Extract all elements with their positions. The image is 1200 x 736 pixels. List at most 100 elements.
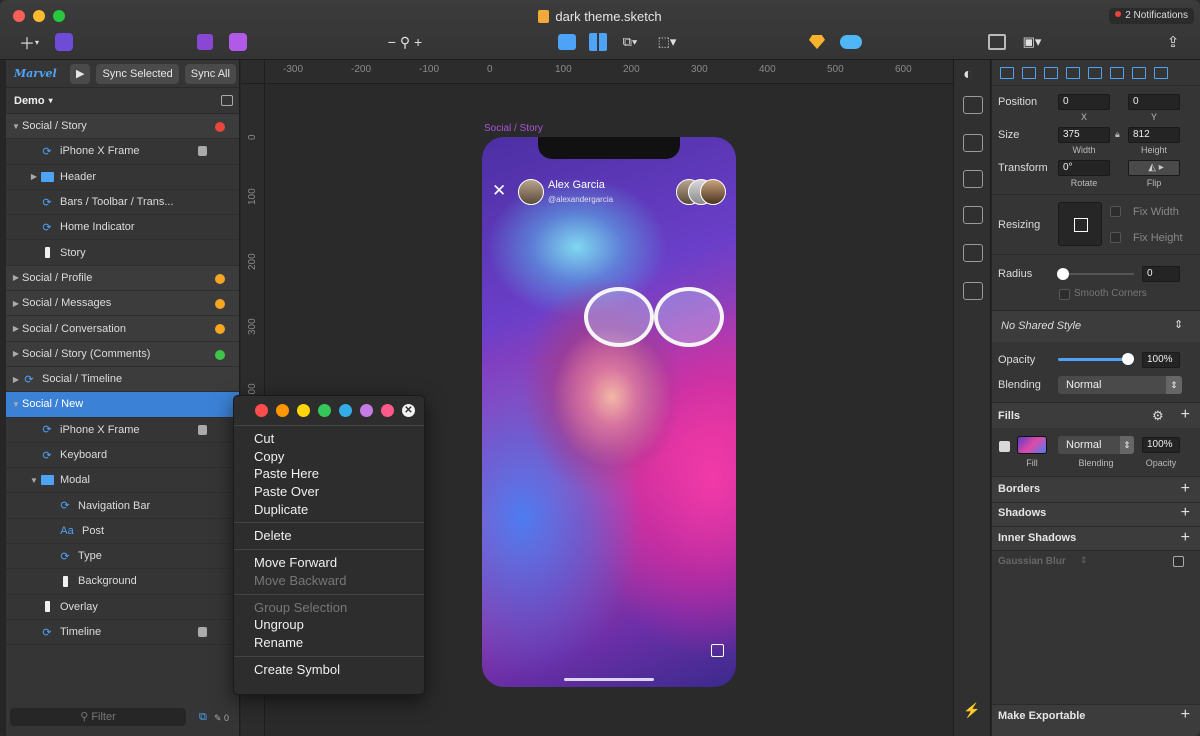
align-right-icon[interactable] <box>1044 66 1058 79</box>
page-selector[interactable]: Demo ▾ <box>6 88 239 114</box>
opacity-slider[interactable] <box>1058 358 1128 361</box>
menu-item-ungroup[interactable]: Ungroup <box>234 616 424 634</box>
layer-row[interactable]: ▶ Social / Conversation <box>6 316 239 342</box>
marvel-sync-icon[interactable] <box>195 31 215 53</box>
disclosure-closed-icon[interactable]: ▶ <box>28 172 40 181</box>
layer-row[interactable]: ⟳ Timeline <box>6 620 239 646</box>
fix-width-checkbox[interactable] <box>1110 206 1121 217</box>
disclosure-open-icon[interactable]: ▼ <box>10 400 22 409</box>
layer-row[interactable]: ⟳ Bars / Toolbar / Trans... <box>6 190 239 216</box>
layer-row[interactable]: Overlay <box>6 595 239 620</box>
add-shadow-icon[interactable]: + <box>1181 505 1190 521</box>
smooth-corners-checkbox[interactable] <box>1059 289 1070 300</box>
layer-row[interactable]: ▼ Social / Story <box>6 114 239 140</box>
lock-icon[interactable] <box>198 146 207 157</box>
layer-row[interactable]: ▶ Social / Story (Comments) <box>6 341 239 367</box>
menu-item-create-symbol[interactable]: Create Symbol <box>234 661 424 679</box>
gaussian-blur-label[interactable]: Gaussian Blur <box>998 556 1066 567</box>
layer-row[interactable]: ▶ Header <box>6 165 239 190</box>
fill-swatch[interactable] <box>1017 436 1047 454</box>
inspect-tab-icon[interactable] <box>963 170 983 188</box>
align-bottom-icon[interactable] <box>1110 66 1124 79</box>
collapse-pages-icon[interactable] <box>221 95 233 106</box>
zoom-controls[interactable]: − ⚲ + <box>376 31 434 53</box>
opacity-slider-knob[interactable] <box>1122 353 1134 365</box>
menu-item-cut[interactable]: Cut <box>234 430 424 448</box>
align-top-icon[interactable] <box>1066 66 1080 79</box>
layer-row[interactable]: Background <box>6 569 239 595</box>
sketch-cloud-icon[interactable] <box>806 31 828 53</box>
fill-opacity-field[interactable]: 100% <box>1142 437 1180 453</box>
status-dot-icon[interactable] <box>215 324 225 335</box>
grid-tool-icon[interactable] <box>587 31 609 53</box>
menu-item-paste-over[interactable]: Paste Over <box>234 483 424 501</box>
layer-row[interactable]: ⟳ iPhone X Frame <box>6 418 239 443</box>
menu-item-delete[interactable]: Delete <box>234 527 424 545</box>
notifications-badge[interactable]: 2 Notifications <box>1109 8 1194 24</box>
color-tag-dot[interactable] <box>339 404 352 417</box>
layer-row[interactable]: ▶ Social / Messages <box>6 291 239 317</box>
color-tag-dot[interactable] <box>276 404 289 417</box>
insert-button[interactable]: ＋ ▾ <box>14 31 44 53</box>
flip-buttons[interactable]: ◭ ▸ <box>1128 160 1180 176</box>
layer-row[interactable]: ▼ Social / New <box>6 392 239 418</box>
gaussian-blur-checkbox[interactable] <box>1173 556 1184 567</box>
color-tag-dot[interactable] <box>297 404 310 417</box>
opacity-field[interactable]: 100% <box>1142 352 1180 368</box>
status-dot-icon[interactable] <box>215 349 225 360</box>
blending-select[interactable]: Normal ⇕ <box>1058 376 1182 394</box>
layer-row[interactable]: ⟳ Home Indicator <box>6 215 239 241</box>
add-inner-shadow-icon[interactable]: + <box>1181 530 1190 546</box>
lock-icon[interactable] <box>198 626 207 637</box>
layer-row[interactable]: ▶ ⟳ Social / Timeline <box>6 366 239 393</box>
rotate-field[interactable]: 0° <box>1058 160 1110 176</box>
symbols-button[interactable] <box>50 31 78 53</box>
position-y-field[interactable]: 0 <box>1128 94 1180 110</box>
add-fill-icon[interactable]: + <box>1181 407 1190 423</box>
resizing-constraints-widget[interactable] <box>1058 202 1102 246</box>
story-artboard[interactable]: ✕ Alex Garcia @alexandergarcia <box>482 137 736 687</box>
menu-item-copy[interactable]: Copy <box>234 448 424 466</box>
lightning-icon[interactable]: ⚡ <box>963 702 983 720</box>
add-border-icon[interactable]: + <box>1181 481 1190 497</box>
prototype-tab-icon[interactable] <box>963 134 983 152</box>
status-dot-icon[interactable] <box>215 299 225 310</box>
align-left-icon[interactable] <box>1000 66 1014 79</box>
distribute-h-icon[interactable] <box>1132 66 1146 79</box>
layout-tab-icon[interactable] <box>963 206 983 224</box>
radius-slider-knob[interactable] <box>1057 268 1069 280</box>
height-field[interactable]: 812 <box>1128 127 1180 143</box>
layer-row[interactable]: ⟳ Keyboard <box>6 443 239 469</box>
layer-row[interactable]: ▼ Modal <box>6 468 239 494</box>
transform-icon[interactable]: ⬚▾ <box>652 31 682 53</box>
width-field[interactable]: 375 <box>1058 127 1110 143</box>
disclosure-closed-icon[interactable]: ▶ <box>10 324 22 333</box>
artboard-label[interactable]: Social / Story <box>484 123 543 134</box>
fix-height-checkbox[interactable] <box>1110 232 1121 243</box>
radius-field[interactable]: 0 <box>1142 266 1180 282</box>
disclosure-closed-icon[interactable]: ▶ <box>10 349 22 358</box>
combine-icon[interactable]: ⧉▾ <box>617 31 643 53</box>
artboard-tool-icon[interactable] <box>556 31 578 53</box>
menu-item-rename[interactable]: Rename <box>234 634 424 652</box>
disclosure-closed-icon[interactable]: ▶ <box>10 273 22 282</box>
disclosure-open-icon[interactable]: ▼ <box>10 122 22 131</box>
fill-enabled-checkbox[interactable] <box>999 441 1010 452</box>
lock-ratio-icon[interactable]: 🔒︎ <box>1115 129 1120 140</box>
distribute-v-icon[interactable] <box>1154 66 1168 79</box>
export-tab-icon[interactable] <box>963 96 983 114</box>
filter-input[interactable]: ⚲ Filter <box>10 708 186 726</box>
sync-selected-button[interactable]: Sync Selected <box>96 63 179 84</box>
sync-all-button[interactable]: Sync All <box>184 63 236 84</box>
position-x-field[interactable]: 0 <box>1058 94 1110 110</box>
fill-blending-select[interactable]: Normal ⇕ <box>1058 436 1134 454</box>
layer-row[interactable]: ▶ Social / Profile <box>6 265 239 292</box>
layer-row[interactable]: Story <box>6 240 239 266</box>
style-tab-icon[interactable]: ◐ <box>963 66 983 84</box>
disclosure-closed-icon[interactable]: ▶ <box>10 375 22 384</box>
clear-color-tag-icon[interactable]: ✕ <box>402 404 415 417</box>
view-icon[interactable]: ▣▾ <box>1018 31 1046 53</box>
preview-icon[interactable] <box>986 31 1008 53</box>
menu-item-move-forward[interactable]: Move Forward <box>234 554 424 572</box>
marvel-prototype-icon[interactable] <box>224 31 252 53</box>
